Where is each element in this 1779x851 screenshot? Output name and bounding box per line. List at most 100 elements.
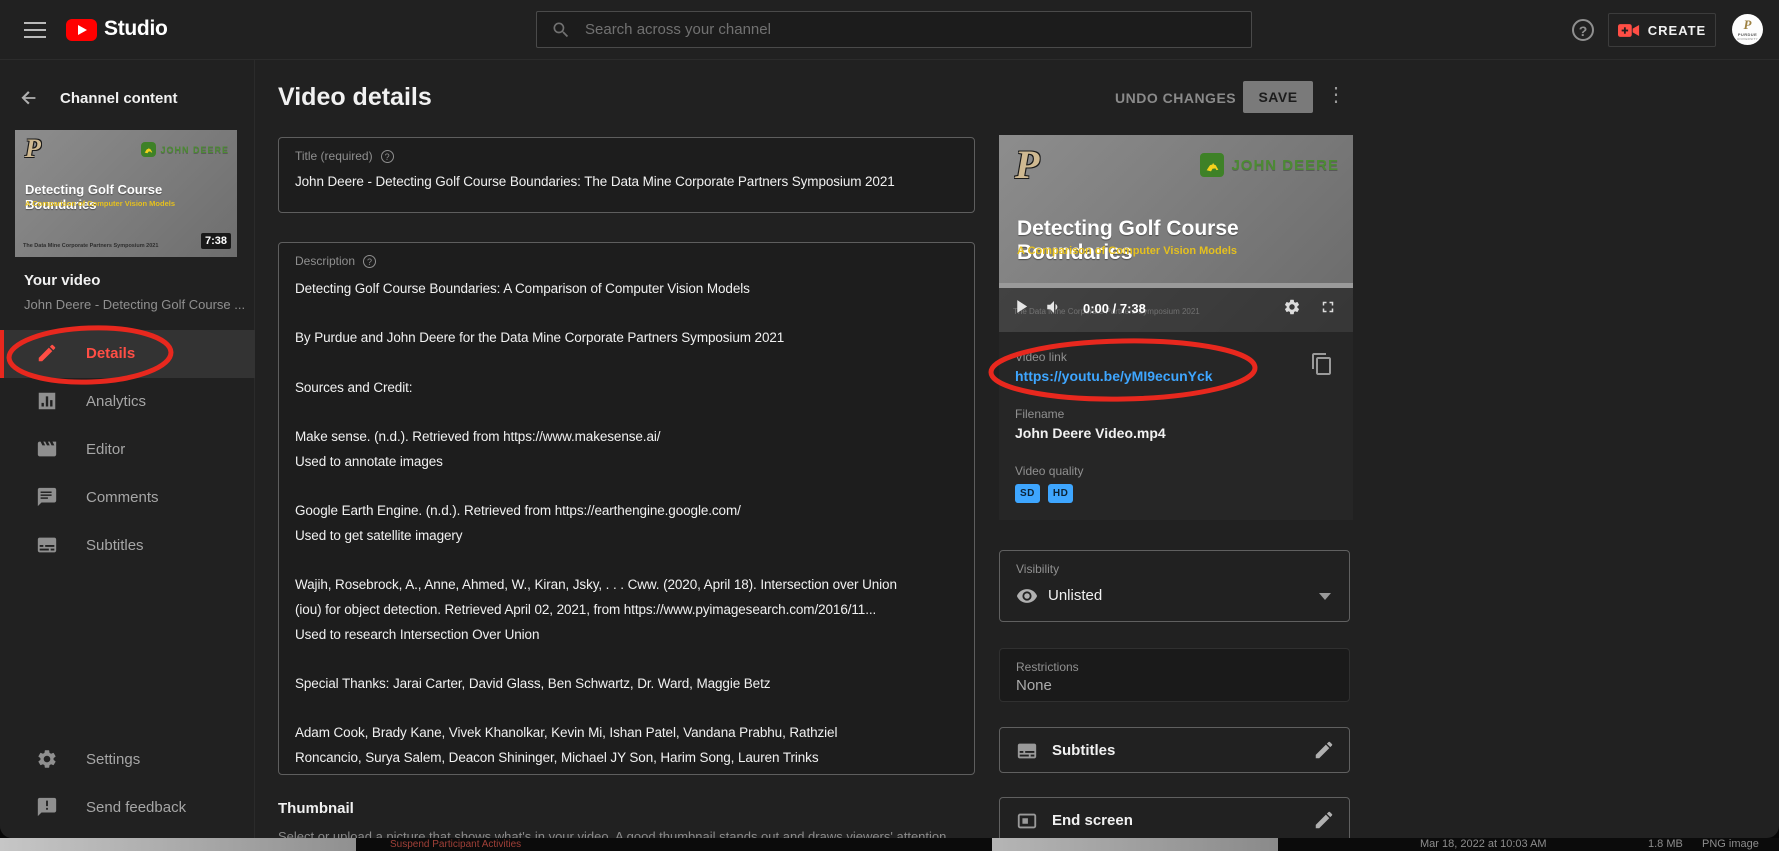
description-field[interactable]: Description ? Detecting Golf Course Boun… (278, 242, 975, 775)
filename-label: Filename (1015, 407, 1064, 421)
edit-pencil-icon[interactable] (1313, 809, 1335, 831)
visibility-value: Unlisted (1048, 587, 1102, 604)
search-icon (551, 20, 571, 40)
end-screen-card[interactable]: End screen (999, 797, 1350, 838)
purdue-logo: P (1015, 141, 1039, 188)
video-link-url[interactable]: https://youtu.be/yMI9ecunYck (1015, 368, 1213, 384)
back-arrow-icon[interactable] (18, 87, 40, 109)
background-gradient-right (992, 838, 1278, 851)
title-field[interactable]: Title (required) ? John Deere - Detectin… (278, 137, 975, 213)
description-line (295, 697, 960, 722)
youtube-logo-icon[interactable] (66, 19, 97, 41)
channel-search[interactable] (536, 11, 1252, 48)
description-line: Make sense. (n.d.). Retrieved from https… (295, 425, 960, 450)
description-help-icon[interactable]: ? (363, 255, 376, 268)
file-date: Mar 18, 2022 at 10:03 AM (1420, 838, 1547, 851)
avatar-text-2: UNIVERSITY (1732, 37, 1763, 41)
chevron-down-icon[interactable] (1319, 593, 1331, 600)
search-input[interactable] (585, 12, 1225, 47)
player-slide-subtitle: A Comparison of Computer Vision Models (1017, 245, 1237, 257)
duration-badge: 7:38 (201, 233, 231, 249)
background-gradient-left (0, 838, 356, 851)
purdue-logo: P (25, 134, 41, 164)
player-slide-title: Detecting Golf Course Boundaries (1017, 217, 1353, 265)
restrictions-value: None (1016, 677, 1052, 694)
sidebar-item-settings[interactable]: Settings (0, 736, 255, 784)
comments-icon (36, 486, 58, 508)
sd-badge: SD (1015, 484, 1040, 503)
description-line: Used to annotate images (295, 450, 960, 475)
undo-changes-button[interactable]: UNDO CHANGES (1115, 90, 1236, 106)
thumbnail-section-label: Thumbnail (278, 800, 354, 817)
sidebar-item-label: Details (86, 345, 135, 362)
video-player[interactable]: P JOHN DEERE Detecting Golf Course Bound… (999, 135, 1353, 332)
edit-pencil-icon[interactable] (1313, 739, 1335, 761)
description-line: Used to get satellite imagery (295, 524, 960, 549)
description-line (295, 400, 960, 425)
subtitles-card-label: Subtitles (1052, 742, 1115, 759)
hd-badge: HD (1048, 484, 1073, 503)
visibility-eye-icon (1016, 585, 1038, 607)
video-preview-card: P JOHN DEERE Detecting Golf Course Bound… (999, 135, 1353, 520)
volume-icon[interactable] (1045, 298, 1063, 316)
thumbnail-footer-text: The Data Mine Corporate Partners Symposi… (23, 243, 158, 249)
restrictions-label: Restrictions (1016, 660, 1079, 674)
save-button[interactable]: SAVE (1243, 81, 1313, 113)
john-deere-deer-icon (1200, 153, 1224, 177)
visibility-card[interactable]: Visibility Unlisted (999, 550, 1350, 622)
description-line: Wajih, Rosebrock, A., Anne, Ahmed, W., K… (295, 573, 960, 598)
sidebar-item-comments[interactable]: Comments (0, 474, 255, 522)
youtube-studio-window: Studio ? CREATE P PURDUE UNIVERSITY (0, 0, 1779, 838)
restrictions-card[interactable]: Restrictions None (999, 648, 1350, 702)
description-text[interactable]: Detecting Golf Course Boundaries: A Comp… (295, 277, 960, 771)
description-line: Used to research Intersection Over Union (295, 623, 960, 648)
create-camera-icon (1618, 23, 1640, 38)
file-size: 1.8 MB (1648, 838, 1683, 851)
player-settings-icon[interactable] (1283, 298, 1301, 316)
your-video-label: Your video (24, 272, 100, 289)
create-button[interactable]: CREATE (1608, 13, 1716, 47)
john-deere-deer-icon (141, 142, 156, 157)
thumbnail-subtitle: A Comparison of Computer Vision Models (25, 199, 175, 208)
sidebar-item-subtitles[interactable]: Subtitles (0, 522, 255, 570)
subtitles-icon (36, 534, 58, 556)
description-line (295, 475, 960, 500)
pencil-icon (36, 342, 58, 364)
hamburger-menu-icon[interactable] (24, 22, 46, 38)
end-screen-icon (1016, 810, 1038, 832)
sidebar-item-details[interactable]: Details (0, 330, 255, 378)
studio-wordmark: Studio (104, 17, 168, 41)
editor-clapper-icon (36, 438, 58, 460)
video-quality-label: Video quality (1015, 464, 1084, 478)
sidebar-item-label: Subtitles (86, 537, 144, 554)
more-options-icon[interactable]: ⋮ (1326, 82, 1346, 107)
fullscreen-icon[interactable] (1319, 298, 1337, 316)
visibility-label: Visibility (1016, 562, 1059, 576)
sidebar-item-editor[interactable]: Editor (0, 426, 255, 474)
description-line: Sources and Credit: (295, 376, 960, 401)
copy-icon[interactable] (1310, 352, 1334, 376)
title-field-label: Title (required) (295, 149, 373, 163)
help-icon[interactable]: ? (1572, 19, 1594, 41)
john-deere-wordmark: JOHN DEERE (160, 145, 229, 155)
sidebar-item-label: Comments (86, 489, 159, 506)
description-line (295, 647, 960, 672)
title-field-value[interactable]: John Deere - Detecting Golf Course Bound… (295, 174, 960, 189)
screenshot-root: Suspend Participant Activities Mar 18, 2… (0, 0, 1779, 851)
gear-icon (36, 748, 58, 770)
sidebar-item-send-feedback[interactable]: Send feedback (0, 784, 255, 832)
description-line: By Purdue and John Deere for the Data Mi… (295, 326, 960, 351)
play-icon[interactable] (1013, 298, 1030, 315)
john-deere-logo: JOHN DEERE (141, 142, 229, 157)
feedback-icon (36, 796, 58, 818)
sidebar-item-analytics[interactable]: Analytics (0, 378, 255, 426)
description-line: Special Thanks: Jarai Carter, David Glas… (295, 672, 960, 697)
background-red-text: Suspend Participant Activities (390, 838, 521, 851)
avatar-p-glyph: P (1732, 17, 1763, 32)
subtitles-card[interactable]: Subtitles (999, 727, 1350, 773)
create-button-label: CREATE (1648, 23, 1706, 38)
player-progress-bar[interactable] (999, 283, 1353, 288)
description-field-label: Description (295, 254, 355, 268)
account-avatar[interactable]: P PURDUE UNIVERSITY (1732, 14, 1763, 45)
title-help-icon[interactable]: ? (381, 150, 394, 163)
